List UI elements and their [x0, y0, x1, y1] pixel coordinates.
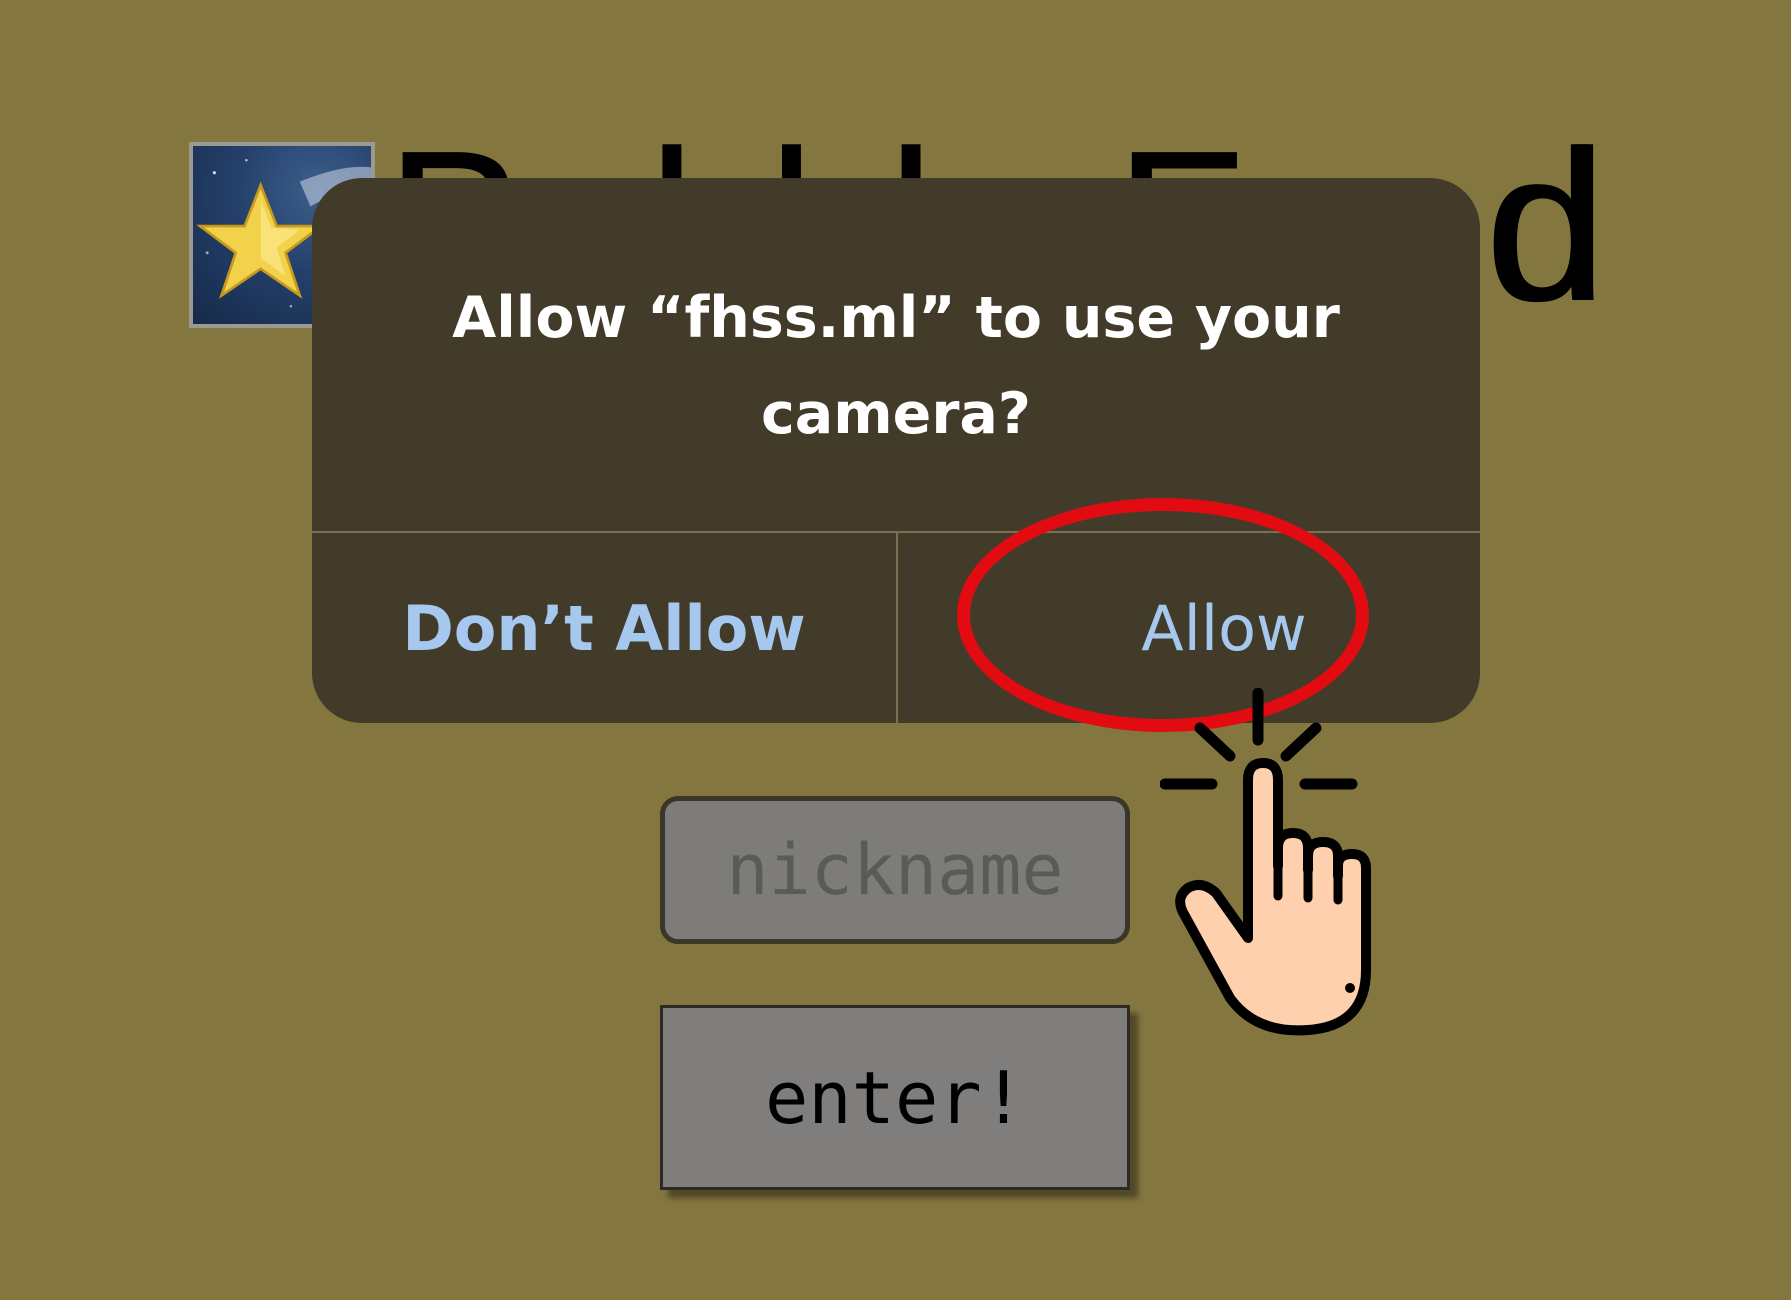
nickname-input[interactable] [660, 796, 1130, 944]
camera-permission-alert: Allow “fhss.ml” to use your camera? Don’… [312, 178, 1480, 723]
alert-message: Allow “fhss.ml” to use your camera? [312, 270, 1480, 462]
alert-message-text: Allow “fhss.ml” to use your camera? [452, 285, 1340, 447]
enter-button[interactable]: enter! [660, 1005, 1130, 1190]
page-background: Bubble Fund d enter! Allow “fhss.ml” to … [0, 0, 1791, 1300]
tap-hand-icon [1160, 688, 1400, 1048]
dont-allow-button[interactable]: Don’t Allow [312, 533, 896, 723]
allow-button[interactable]: Allow [898, 533, 1480, 723]
app-title-tail: d [1488, 105, 1608, 346]
